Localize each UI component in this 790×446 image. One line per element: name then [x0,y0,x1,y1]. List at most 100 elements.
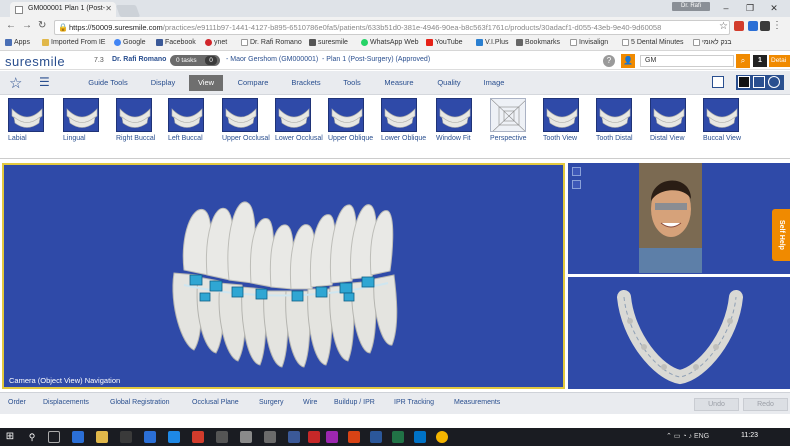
app-icon[interactable] [288,431,300,443]
bookmark-viplus[interactable]: V.I.Plus [476,39,508,46]
bookmark-facebook[interactable]: Facebook [156,39,196,46]
tab-guide-tools[interactable]: Guide Tools [84,75,132,91]
taskbar-clock[interactable]: 11:23 [741,432,758,439]
new-tab-button[interactable] [115,5,141,17]
extension-icon[interactable] [760,21,770,31]
tab-buildup-ipr[interactable]: Buildup / IPR [334,399,375,406]
url-bar[interactable]: 🔒 https://50009.suresmile.com/practices/… [54,20,730,35]
view-perspective-button[interactable]: Perspective [490,98,538,158]
favorites-star-icon[interactable]: ☆ [9,74,22,92]
tab-global-registration[interactable]: Global Registration [110,399,170,406]
close-tab-icon[interactable]: ✕ [105,4,112,13]
app-icon[interactable] [264,431,276,443]
bookmark-invisalign[interactable]: Invisalign [570,39,608,46]
view-lower-occlusal-button[interactable]: Lower Occlusal [275,98,323,158]
view-lingual-button[interactable]: Lingual [63,98,111,158]
file-explorer-icon[interactable] [96,431,108,443]
profile-label[interactable]: Dr. Rafi [672,2,710,11]
grid-view-icon[interactable] [572,180,581,189]
self-help-tab[interactable]: Self Help [772,209,790,261]
tab-display[interactable]: Display [144,75,182,91]
restore-icon[interactable]: ❐ [740,1,760,15]
bookmark-apps[interactable]: Apps [5,39,30,46]
minimize-icon[interactable]: – [716,1,736,15]
list-icon[interactable]: ☰ [39,75,50,89]
bookmark-star-icon[interactable]: ☆ [719,21,728,32]
reload-icon[interactable]: ↻ [38,20,46,31]
tab-brackets[interactable]: Brackets [286,75,326,91]
page-number[interactable]: 1 [753,55,767,67]
chrome-icon[interactable] [436,431,448,443]
extension-icon[interactable] [748,21,758,31]
close-window-icon[interactable]: ✕ [764,1,784,15]
bookmark-google[interactable]: Google [114,39,146,46]
powerpoint-icon[interactable] [348,431,360,443]
windows-start-icon[interactable]: ⊞ [4,431,16,443]
main-3d-viewport[interactable]: Camera (Object View) Navigation [2,163,565,389]
patient-link[interactable]: - Maor Gershom (GM000001) [226,56,318,63]
clock-icon[interactable] [768,76,780,88]
tab-order[interactable]: Order [8,399,26,406]
view-upper-occlusal-button[interactable]: Upper Occlusal [222,98,270,158]
word-icon[interactable] [370,431,382,443]
app-icon[interactable] [240,431,252,443]
layout-grid-icon[interactable] [712,76,724,88]
tab-wire[interactable]: Wire [303,399,317,406]
bookmark-ynet[interactable]: ynet [205,39,227,46]
tab-image[interactable]: Image [478,75,510,91]
user-icon[interactable]: 👤 [621,54,635,68]
expand-view-icon[interactable] [572,167,581,176]
view-lower-oblique-button[interactable]: Lower Oblique [381,98,429,158]
bookmark-youtube[interactable]: YouTube [426,39,463,46]
bookmark-leumi[interactable]: בנק לאומי [693,39,731,46]
view-tooth-view-button[interactable]: Tooth View [543,98,591,158]
redo-button[interactable]: Redo [743,398,788,411]
excel-icon[interactable] [392,431,404,443]
tab-ipr-tracking[interactable]: IPR Tracking [394,399,434,406]
tab-view[interactable]: View [189,75,223,91]
tab-tools[interactable]: Tools [337,75,367,91]
language-indicator[interactable]: ENG [694,433,709,440]
view-window-fit-button[interactable]: Window Fit [436,98,484,158]
doctor-name[interactable]: Dr. Rafi Romano [112,56,166,63]
view-distal-view-button[interactable]: Distal View [650,98,698,158]
view-left-buccal-button[interactable]: Left Buccal [168,98,216,158]
split-view-icon[interactable] [753,76,765,88]
patient-search-input[interactable]: GM [640,55,734,67]
forward-icon[interactable]: → [22,20,32,31]
app-icon[interactable] [192,431,204,443]
photo-viewport[interactable]: Self Help [568,163,790,274]
bookmark-whatsapp[interactable]: WhatsApp Web [361,39,419,46]
app-icon[interactable] [216,431,228,443]
bookmark-imported[interactable]: Imported From IE [42,39,105,46]
view-buccal-view-button[interactable]: Buccal View [703,98,751,158]
single-view-icon[interactable] [738,76,750,88]
chrome-menu-icon[interactable]: ⋮ [772,20,782,31]
help-icon[interactable]: ? [603,55,615,67]
view-right-buccal-button[interactable]: Right Buccal [116,98,164,158]
tab-measure[interactable]: Measure [380,75,418,91]
bookmark-suresmile[interactable]: suresmile [309,39,348,46]
occlusal-viewport[interactable] [568,277,790,389]
tab-occlusal-plane[interactable]: Occlusal Plane [192,399,239,406]
task-view-icon[interactable] [48,431,60,443]
bookmark-bookmarks[interactable]: Bookmarks [516,39,560,46]
extension-icon[interactable] [734,21,744,31]
app-icon[interactable] [326,431,338,443]
search-icon[interactable]: ⌕ [736,54,750,68]
dental-arch-model[interactable] [4,165,563,387]
tab-surgery[interactable]: Surgery [259,399,284,406]
tab-displacements[interactable]: Displacements [43,399,89,406]
view-labial-button[interactable]: Labial [8,98,56,158]
outlook-icon[interactable] [414,431,426,443]
back-icon[interactable]: ← [6,20,16,31]
view-upper-oblique-button[interactable]: Upper Oblique [328,98,376,158]
store-icon[interactable] [120,431,132,443]
edge-icon[interactable] [72,431,84,443]
bookmark-rafi[interactable]: Dr. Rafi Romano [241,39,302,46]
browser-tab[interactable]: GM000001 Plan 1 (Post- ✕ [10,2,116,17]
undo-button[interactable]: Undo [694,398,739,411]
app-icon[interactable] [308,431,320,443]
bookmark-dental-minutes[interactable]: 5 Dental Minutes [622,39,684,46]
search-icon[interactable]: ⚲ [26,431,38,443]
